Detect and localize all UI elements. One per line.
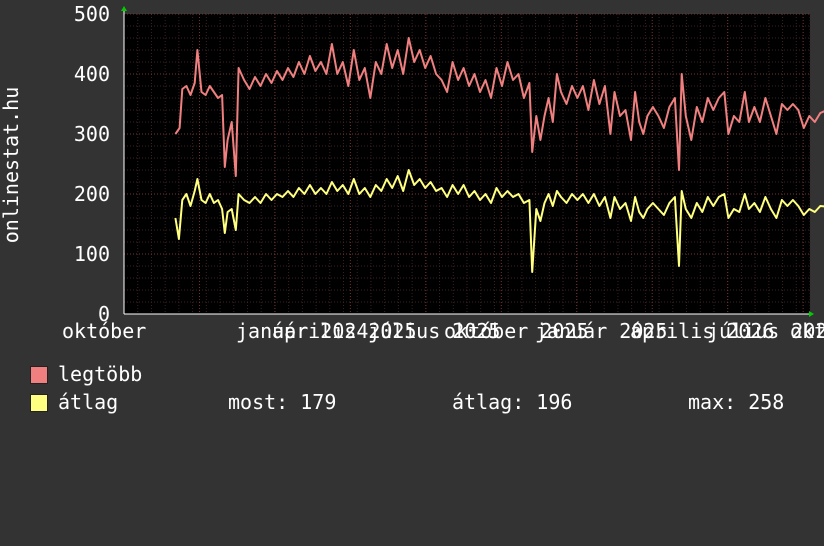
stat-avg: átlag: 196 [452, 391, 572, 413]
x-tick-labels: október január 2024április 2025július 202… [62, 319, 824, 343]
stat-avg-value: 196 [536, 390, 573, 414]
stat-max-label: max: [688, 390, 737, 414]
y-tick-labels: 0100200300400500 [74, 2, 110, 326]
y-tick-label: 200 [74, 182, 110, 206]
y-tick-label: 400 [74, 62, 110, 86]
y-axis-arrow [121, 6, 127, 11]
legend-item-legtobb: legtöbb [30, 363, 142, 385]
stat-most: most: 179 [228, 391, 336, 413]
y-tick-label: 300 [74, 122, 110, 146]
line-chart: 0100200300400500 október január 2024ápril… [0, 2, 824, 343]
y-axis-label: onlinestat.hu [0, 87, 23, 244]
stat-max: max: 258 [688, 391, 784, 413]
legend-swatch-atlag [30, 394, 48, 412]
stat-max-value: 258 [748, 390, 785, 414]
x-tick-label: október [62, 319, 146, 343]
legend-swatch-legtobb [30, 366, 48, 384]
grid [123, 13, 811, 315]
stat-most-value: 179 [300, 390, 337, 414]
stat-avg-label: átlag: [452, 390, 525, 414]
legend-label-atlag: átlag [58, 390, 119, 414]
legend-label-legtobb: legtöbb [58, 362, 143, 386]
y-tick-label: 500 [74, 2, 110, 26]
x-axis-arrow [809, 311, 814, 317]
stat-most-label: most: [228, 390, 289, 414]
legend-item-atlag: átlag most: 179 átlag: 196 max: 258 [30, 391, 820, 413]
chart-stage: 0 100 200 300 400 500 október január 2024 ápril… [0, 0, 824, 430]
y-tick-label: 100 [74, 242, 110, 266]
x-tick-label: október 2026 [790, 319, 824, 343]
